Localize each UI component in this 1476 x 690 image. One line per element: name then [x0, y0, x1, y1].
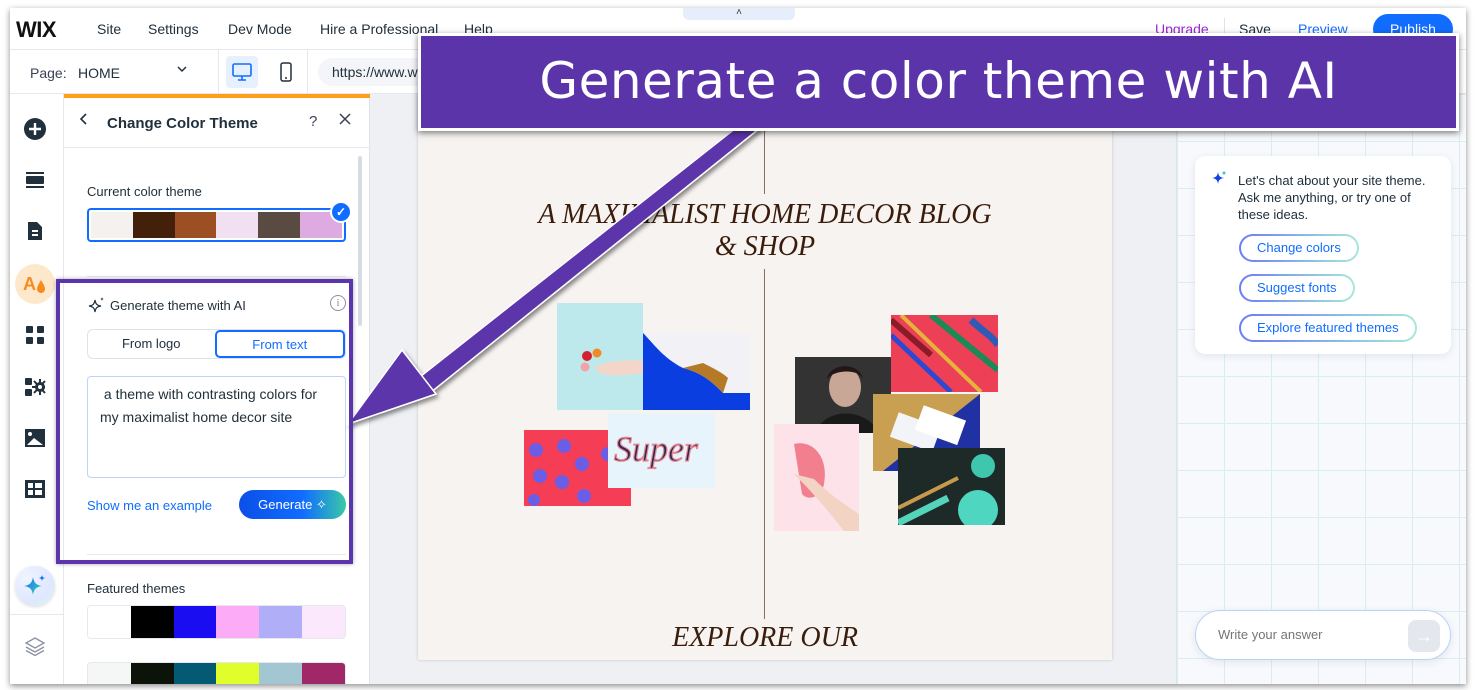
- sections-icon[interactable]: [22, 167, 48, 193]
- colorful-tubes-image: [891, 315, 998, 392]
- color-swatch: [216, 212, 259, 238]
- divider: [87, 554, 346, 555]
- mobile-icon: [280, 62, 292, 82]
- color-swatch: [91, 212, 133, 238]
- site-heading: A MAXIMALIST HOME DECOR BLOG & SHOP: [538, 199, 992, 262]
- close-icon[interactable]: [339, 112, 351, 130]
- sparkle-icon: [88, 297, 104, 313]
- wix-logo: WIX: [16, 17, 57, 42]
- color-swatch: [88, 606, 131, 638]
- color-swatch: [88, 663, 131, 684]
- color-swatch: [259, 663, 303, 684]
- page-label: Page:: [30, 65, 67, 81]
- color-swatch: [174, 212, 217, 238]
- panel-title: Change Color Theme: [107, 115, 258, 132]
- divider: [10, 614, 64, 615]
- generate-button[interactable]: Generate ✧: [239, 490, 346, 519]
- current-theme-label: Current color theme: [87, 184, 202, 199]
- ai-chat-panel: Let's chat about your site theme. Ask me…: [1176, 94, 1466, 684]
- menu-dev-mode[interactable]: Dev Mode: [228, 21, 292, 37]
- chip-explore-themes[interactable]: Explore featured themes: [1239, 314, 1417, 342]
- annotation-banner: Generate a color theme with AI: [418, 33, 1459, 131]
- color-swatch: [173, 606, 217, 638]
- site-section-heading: EXPLORE OUR: [672, 622, 858, 653]
- collapse-toolbar-button[interactable]: ˄: [683, 8, 795, 20]
- show-example-link[interactable]: Show me an example: [87, 498, 212, 513]
- color-swatch: [258, 212, 301, 238]
- divider: [307, 50, 308, 94]
- source-toggle: From logo From text: [87, 329, 346, 359]
- theme-prompt-input[interactable]: [87, 376, 346, 478]
- add-elements-icon[interactable]: [22, 116, 48, 142]
- menu-settings[interactable]: Settings: [148, 21, 199, 37]
- divider: [218, 50, 219, 94]
- mobile-view-button[interactable]: [270, 56, 302, 88]
- svg-text:Super: Super: [614, 429, 699, 469]
- lollipop-hand-image: [557, 303, 643, 410]
- sparkle-icon: ✧: [315, 497, 327, 512]
- paper-curl-image: [643, 333, 750, 410]
- svg-text:A: A: [23, 274, 36, 294]
- generate-label: Generate: [258, 497, 313, 512]
- color-swatch: [130, 606, 174, 638]
- featured-theme-1[interactable]: [87, 605, 346, 639]
- site-design-theme-icon[interactable]: A: [15, 264, 55, 304]
- super-lettering-image: Super: [608, 413, 715, 488]
- panel-header: Change Color Theme ?: [64, 98, 370, 148]
- color-swatch: [173, 663, 217, 684]
- color-swatch: [132, 212, 175, 238]
- decorative-line: [764, 269, 765, 619]
- color-swatch: [130, 663, 174, 684]
- sparkle-icon: [24, 575, 45, 595]
- current-theme-swatch[interactable]: [87, 208, 346, 242]
- info-icon[interactable]: i: [330, 295, 346, 311]
- chat-answer-input[interactable]: [1218, 627, 1398, 642]
- pages-icon[interactable]: [22, 218, 48, 244]
- color-swatch: [302, 663, 345, 684]
- menu-site[interactable]: Site: [97, 21, 121, 37]
- color-swatch: [216, 606, 260, 638]
- layers-icon[interactable]: [23, 635, 47, 662]
- generate-theme-ai-section: Generate theme with AI i From logo From …: [64, 287, 370, 567]
- desktop-icon: [232, 63, 252, 81]
- chip-suggest-fonts[interactable]: Suggest fonts: [1239, 274, 1355, 302]
- business-apps-icon[interactable]: [22, 374, 48, 400]
- ai-section-title: Generate theme with AI: [110, 297, 246, 313]
- chip-change-colors[interactable]: Change colors: [1239, 234, 1359, 262]
- left-toolbar: A: [10, 94, 64, 684]
- tab-from-logo[interactable]: From logo: [88, 330, 215, 358]
- site-preview[interactable]: A MAXIMALIST HOME DECOR BLOG & SHOP Supe…: [418, 94, 1112, 660]
- annotation-banner-text: Generate a color theme with AI: [539, 52, 1338, 110]
- chevron-down-icon[interactable]: [175, 62, 189, 79]
- send-arrow-icon[interactable]: →: [1408, 620, 1440, 652]
- sparkle-icon: [1212, 171, 1226, 184]
- desktop-view-button[interactable]: [226, 56, 258, 88]
- divider: [87, 276, 346, 277]
- featured-theme-2[interactable]: [87, 662, 346, 684]
- help-icon[interactable]: ?: [309, 113, 317, 130]
- apps-icon[interactable]: [22, 322, 48, 348]
- tab-from-text[interactable]: From text: [214, 330, 345, 358]
- chat-input-box: →: [1195, 610, 1451, 660]
- cms-table-icon[interactable]: [22, 476, 48, 502]
- color-swatch: [216, 663, 260, 684]
- ai-chat-message-card: Let's chat about your site theme. Ask me…: [1195, 156, 1451, 354]
- color-swatch: [302, 606, 345, 638]
- ai-chat-message: Let's chat about your site theme. Ask me…: [1238, 173, 1426, 222]
- page-selector[interactable]: HOME: [78, 65, 120, 81]
- change-color-theme-panel: Change Color Theme ? Current color theme…: [64, 94, 370, 684]
- color-swatch: [259, 606, 303, 638]
- media-icon[interactable]: [22, 425, 48, 451]
- teal-objects-image: [898, 448, 1005, 525]
- checkmark-icon: ✓: [330, 201, 352, 223]
- back-icon[interactable]: [78, 112, 90, 131]
- pink-object-hand-image: [774, 424, 859, 531]
- featured-themes-label: Featured themes: [87, 581, 186, 596]
- ai-assistant-button[interactable]: [15, 566, 55, 606]
